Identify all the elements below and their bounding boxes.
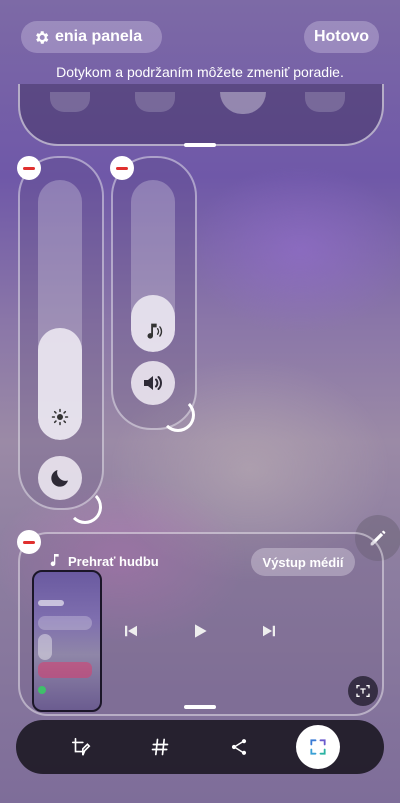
- speaker-icon: [141, 371, 165, 395]
- reorder-hint: Dotykom a podržaním môžete zmeniť poradi…: [56, 64, 344, 80]
- hashtag-icon: [150, 737, 170, 757]
- media-output-button[interactable]: Výstup médií: [251, 548, 355, 576]
- skip-previous-icon: [122, 622, 140, 640]
- moon-icon: [48, 466, 72, 490]
- remove-volume-button[interactable]: [110, 156, 134, 180]
- done-button[interactable]: Hotovo: [304, 21, 379, 53]
- toolbar-capture-button[interactable]: [296, 725, 340, 769]
- tile-icon: [50, 92, 90, 112]
- media-app-thumbnail[interactable]: [32, 570, 102, 712]
- resize-handle[interactable]: [68, 490, 102, 524]
- drag-handle[interactable]: [184, 705, 216, 709]
- toolbar-hashtag-button[interactable]: [138, 725, 182, 769]
- toolbar-share-button[interactable]: [217, 725, 261, 769]
- media-title: Prehrať hudbu: [68, 554, 159, 569]
- text-scan-icon: [355, 683, 371, 699]
- extract-text-button[interactable]: [348, 676, 378, 706]
- gear-icon: [33, 29, 50, 46]
- skip-next-icon: [260, 622, 278, 640]
- previous-track-button[interactable]: [119, 619, 143, 643]
- sound-mode-button[interactable]: [131, 361, 175, 405]
- crop-edit-icon: [70, 736, 92, 758]
- panel-settings-button[interactable]: enia panela: [21, 21, 162, 53]
- music-note-icon: [142, 320, 164, 347]
- play-button[interactable]: [188, 619, 212, 643]
- tile-icon: [305, 92, 345, 112]
- tile-icon: [135, 92, 175, 112]
- panel-settings-label: enia panela: [55, 28, 143, 45]
- next-track-button[interactable]: [257, 619, 281, 643]
- remove-media-button[interactable]: [17, 530, 41, 554]
- play-icon: [190, 621, 210, 641]
- resize-handle[interactable]: [161, 398, 195, 432]
- share-icon: [229, 737, 249, 757]
- remove-brightness-button[interactable]: [17, 156, 41, 180]
- sun-icon: [51, 408, 69, 431]
- brightness-slider[interactable]: [38, 180, 82, 440]
- toolbar-edit-button[interactable]: [59, 725, 103, 769]
- scan-frame-icon: [308, 737, 328, 757]
- drag-handle[interactable]: [184, 143, 216, 147]
